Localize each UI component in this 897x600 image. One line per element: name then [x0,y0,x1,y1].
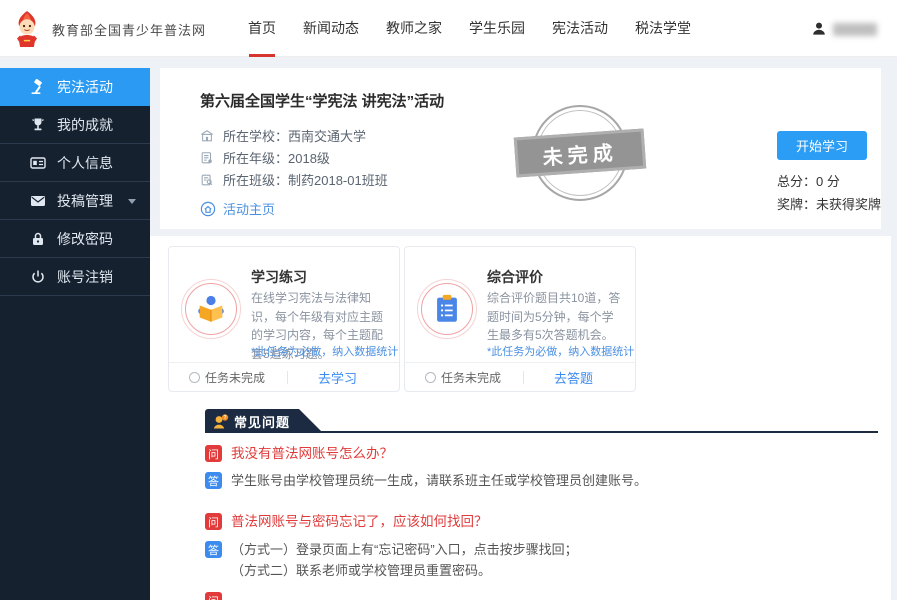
answer-badge-icon: 答 [205,541,222,558]
faq-question-row: 问 普法网账号与密码忘记了，应该如何找回？ [205,513,488,530]
faq-title: 常见问题 [234,412,290,431]
faq-question-row-partial: 问 [205,592,222,600]
total-score-text: 总分：0 分 [777,171,840,190]
footer-divider [287,371,288,384]
task-title: 综合评价 [487,267,543,287]
faq-question-row: 问 我没有普法网账号怎么办？ [205,445,393,462]
faq-answer-row: 答 （方式一）登录页面上有“忘记密码”入口，点击按步骤找回； [205,541,578,558]
gavel-icon [30,79,46,95]
user-account[interactable] [811,21,877,37]
activity-home-link-label: 活动主页 [223,199,275,218]
task-card-evaluation: 综合评价 综合评价题目共10道，答题时间为5分钟，每个学生最多有5次答题机会。 … [404,246,636,392]
school-info-text: 所在学校：西南交通大学 [223,126,366,145]
footer-divider [523,371,524,384]
sidebar-item-label: 账号注销 [57,267,113,287]
answer-badge-icon: 答 [205,472,222,489]
task-icon-ring [181,279,241,339]
sidebar-item-personal-info[interactable]: 个人信息 [0,144,150,182]
activity-title: 第六届全国学生“学宪法 讲宪法”活动 [200,90,444,111]
envelope-icon [30,193,46,209]
task-status: 任务未完成 [425,369,501,386]
svg-text:?: ? [223,415,226,421]
task-mandatory-note: *此任务为必做，纳入数据统计 [251,343,398,359]
faq-answer-text-line2: （方式二）联系老师或学校管理员重置密码。 [231,562,491,579]
site-logo[interactable]: 教育部全国青少年普法网 [10,10,206,48]
task-card-footer: 任务未完成 去学习 [169,362,399,391]
faq-answer-text: （方式一）登录页面上有“忘记密码”入口，点击按步骤找回； [231,541,578,558]
sidebar-item-change-password[interactable]: 修改密码 [0,220,150,258]
trophy-icon [30,117,46,133]
question-badge-icon: 问 [205,592,222,600]
faq-header-line [205,431,878,433]
start-learning-button[interactable]: 开始学习 [777,131,867,160]
stamp-text: 未完成 [514,129,646,178]
main-nav: 首页 新闻动态 教师之家 学生乐园 宪法活动 税法学堂 [248,0,718,57]
status-circle-icon [425,372,436,383]
sidebar-item-account-logout[interactable]: 账号注销 [0,258,150,296]
incomplete-stamp: 未完成 [515,98,645,208]
faq-answer-row: 答 学生账号由学校管理员统一生成，请联系班主任或学校管理员创建账号。 [205,472,647,489]
task-icon-ring [417,279,477,339]
task-status-label: 任务未完成 [205,369,265,386]
task-title: 学习练习 [251,267,307,287]
grade-info-row: 所在年级：2018级 [200,148,330,167]
nav-students[interactable]: 学生乐园 [469,0,525,57]
task-mandatory-note: *此任务为必做，纳入数据统计 [487,343,634,359]
home-icon [200,201,216,217]
task-description: 综合评价题目共10道，答题时间为5分钟，每个学生最多有5次答题机会。 [487,289,625,345]
reading-person-icon [194,292,228,326]
sidebar-item-submission-management[interactable]: 投稿管理 [0,182,150,220]
go-study-link[interactable]: 去学习 [318,368,357,387]
go-answer-link[interactable]: 去答题 [554,368,593,387]
mascot-logo-icon [10,10,44,48]
sidebar-item-label: 投稿管理 [57,191,113,211]
top-header: 教育部全国青少年普法网 首页 新闻动态 教师之家 学生乐园 宪法活动 税法学堂 [0,0,897,57]
nav-constitution[interactable]: 宪法活动 [552,0,608,57]
task-status-label: 任务未完成 [441,369,501,386]
sidebar-item-label: 宪法活动 [57,77,113,97]
chevron-down-icon [128,199,136,204]
status-circle-icon [189,372,200,383]
grade-icon [200,151,214,165]
page: 教育部全国青少年普法网 首页 新闻动态 教师之家 学生乐园 宪法活动 税法学堂 [0,0,897,600]
school-info-row: 所在学校：西南交通大学 [200,126,366,145]
sidebar-item-label: 我的成就 [57,115,113,135]
nav-news[interactable]: 新闻动态 [303,0,359,57]
sidebar-item-constitution-activity[interactable]: 宪法活动 [0,68,150,106]
person-question-icon: ? [212,413,229,430]
school-icon [200,129,214,143]
activity-home-link[interactable]: 活动主页 [200,199,275,218]
clipboard-icon [430,292,464,326]
class-info-row: 所在班级：制药2018-01班班 [200,170,388,189]
person-icon [811,21,827,37]
sidebar-item-label: 修改密码 [57,229,113,249]
nav-teachers[interactable]: 教师之家 [386,0,442,57]
sidebar-item-achievements[interactable]: 我的成就 [0,106,150,144]
power-icon [30,269,46,285]
task-status: 任务未完成 [189,369,265,386]
class-icon [200,173,214,187]
activity-panel: 第六届全国学生“学宪法 讲宪法”活动 所在学校：西南交通大学 所在年级：2018… [160,68,881,229]
question-badge-icon: 问 [205,513,222,530]
faq-question-text: 普法网账号与密码忘记了，应该如何找回？ [231,513,488,530]
class-info-text: 所在班级：制药2018-01班班 [223,170,388,189]
site-title: 教育部全国青少年普法网 [52,20,206,39]
sidebar: 宪法活动 我的成就 个人信息 [0,68,150,600]
user-name-redacted [833,23,877,36]
faq-answer-text: 学生账号由学校管理员统一生成，请联系班主任或学校管理员创建账号。 [231,472,647,489]
medal-status-text: 奖牌：未获得奖牌 [777,194,881,213]
question-badge-icon: 问 [205,445,222,462]
lock-icon [30,231,46,247]
nav-home[interactable]: 首页 [248,0,276,57]
faq-question-text: 我没有普法网账号怎么办？ [231,445,393,462]
grade-info-text: 所在年级：2018级 [223,148,330,167]
sidebar-item-label: 个人信息 [57,153,113,173]
id-card-icon [30,155,46,171]
nav-taxlaw[interactable]: 税法学堂 [635,0,691,57]
task-card-footer: 任务未完成 去答题 [405,362,635,391]
task-card-study: 学习练习 在线学习宪法与法律知识，每个年级有对应主题的学习内容，每个主题配套5道… [168,246,400,392]
